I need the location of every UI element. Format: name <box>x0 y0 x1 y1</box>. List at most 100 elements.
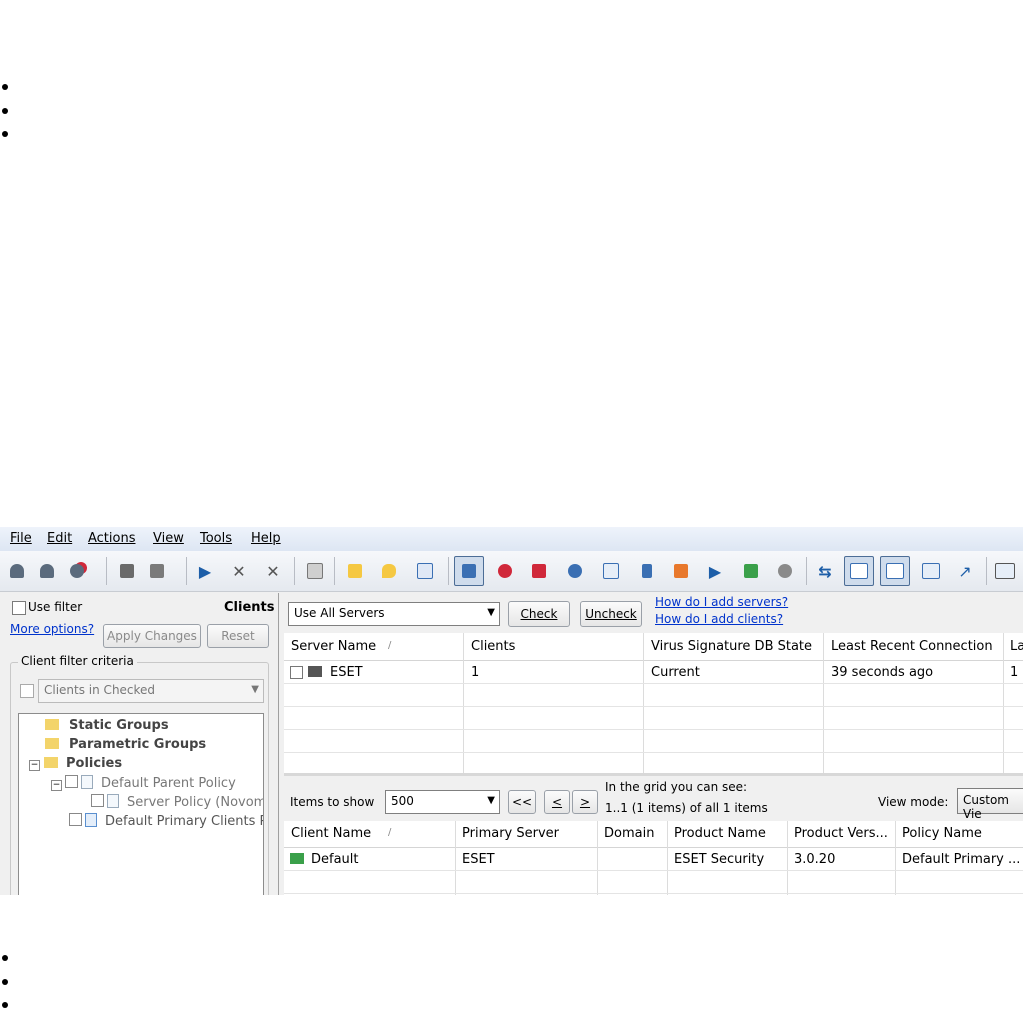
add-clients-link[interactable]: How do I add clients? <box>655 612 783 626</box>
delete-all-icon[interactable]: ✕ <box>260 558 286 584</box>
row-divider <box>284 706 1023 707</box>
server-select[interactable]: Use All Servers ▼ <box>288 602 500 626</box>
policy-checkbox[interactable] <box>69 813 82 826</box>
criteria-label: Client filter criteria <box>18 654 137 668</box>
reports-icon[interactable] <box>738 558 764 584</box>
next-page-button[interactable]: > <box>572 790 598 814</box>
check-button[interactable]: Check <box>508 601 570 627</box>
group-tree: Static Groups Parametric Groups − Policie… <box>18 713 264 895</box>
sort-icon: / <box>388 827 392 838</box>
print-icon[interactable] <box>302 558 328 584</box>
menu-edit[interactable]: Edit <box>47 531 72 546</box>
tree-item-default-primary-policy[interactable]: Default Primary Clients Pol <box>69 813 264 829</box>
cell-product-version: 3.0.20 <box>794 852 836 867</box>
menu-actions[interactable]: Actions <box>88 531 136 546</box>
collapse-icon[interactable]: − <box>29 760 40 771</box>
tree-item-server-policy[interactable]: Server Policy (Novome <box>91 794 263 810</box>
col-server-name[interactable]: Server Name <box>291 639 376 654</box>
menu-file[interactable]: File <box>10 531 32 546</box>
connect-to-icon[interactable] <box>34 558 60 584</box>
criteria-checkbox[interactable] <box>20 684 34 698</box>
criteria-select[interactable]: Clients in Checked ▼ <box>38 679 264 703</box>
server-icon <box>308 666 322 677</box>
table-row[interactable]: ESET 1 Current 39 seconds ago 1 <box>284 661 1023 683</box>
toolbar-separator <box>986 557 987 585</box>
bullet <box>2 979 8 985</box>
row-checkbox[interactable] <box>290 666 303 679</box>
cell-server-name: ESET <box>330 665 363 680</box>
notes-icon[interactable] <box>342 558 368 584</box>
layout-left-icon[interactable] <box>844 556 874 586</box>
row-divider <box>284 683 1023 684</box>
tree-item-default-parent-policy[interactable]: − Default Parent Policy <box>51 775 236 791</box>
menu-tools[interactable]: Tools <box>200 531 232 546</box>
threat-log-icon[interactable] <box>492 558 518 584</box>
tree-item-parametric-groups[interactable]: Parametric Groups <box>45 737 206 752</box>
first-page-button[interactable]: << <box>508 790 536 814</box>
layout-bottom-icon[interactable] <box>880 556 910 586</box>
table-row[interactable]: Default ESET ESET Security 3.0.20 Defaul… <box>284 848 1023 870</box>
policy-checkbox[interactable] <box>91 794 104 807</box>
apply-changes-button[interactable]: Apply Changes <box>103 624 201 648</box>
clients-tab-icon[interactable] <box>454 556 484 586</box>
col-product-name[interactable]: Product Name <box>674 826 766 841</box>
cell-primary-server: ESET <box>462 852 495 867</box>
new-task-icon[interactable]: ▶ <box>192 558 218 584</box>
disconnect-icon[interactable] <box>64 558 90 584</box>
items-to-show-select[interactable]: 500 ▼ <box>385 790 500 814</box>
export-icon[interactable]: ↗ <box>952 558 978 584</box>
layout-full-icon[interactable] <box>918 558 944 584</box>
delete-icon[interactable]: ✕ <box>226 558 252 584</box>
document-icon[interactable] <box>412 558 438 584</box>
collapse-icon[interactable]: − <box>51 780 62 791</box>
prev-page-button[interactable]: < <box>544 790 570 814</box>
cell-least-recent-connection: 39 seconds ago <box>831 665 934 680</box>
tree-item-static-groups[interactable]: Static Groups <box>45 718 169 733</box>
chevron-down-icon: ▼ <box>251 684 259 695</box>
firewall-log-icon[interactable] <box>526 558 552 584</box>
bullet <box>2 84 8 90</box>
installation-icon[interactable] <box>772 558 798 584</box>
mobile-log-icon[interactable] <box>634 558 660 584</box>
reset-button[interactable]: Reset <box>207 624 269 648</box>
col-primary-server[interactable]: Primary Server <box>462 826 559 841</box>
quarantine-icon[interactable] <box>668 558 694 584</box>
scan-log-icon[interactable] <box>598 558 624 584</box>
col-domain[interactable]: Domain <box>604 826 654 841</box>
server-icon[interactable] <box>114 558 140 584</box>
menu-help[interactable]: Help <box>251 531 281 546</box>
items-to-show-label: Items to show <box>290 795 375 809</box>
items-select-value: 500 <box>391 794 414 808</box>
row-divider <box>284 752 1023 753</box>
bullet <box>2 955 8 961</box>
add-servers-link[interactable]: How do I add servers? <box>655 595 788 609</box>
col-last[interactable]: La <box>1010 639 1023 654</box>
toolbar-separator <box>806 557 807 585</box>
tree-label: Default Primary Clients Pol <box>105 814 264 829</box>
col-least-recent-connection[interactable]: Least Recent Connection <box>831 639 993 654</box>
properties-icon[interactable] <box>992 558 1018 584</box>
server-settings-icon[interactable] <box>144 558 170 584</box>
grid-info-line1: In the grid you can see: <box>605 780 748 794</box>
cell-policy-name: Default Primary ... <box>902 852 1021 867</box>
col-clients[interactable]: Clients <box>471 639 515 654</box>
col-client-name[interactable]: Client Name <box>291 826 371 841</box>
refresh-icon[interactable]: ⇆ <box>812 558 838 584</box>
col-virus-db-state[interactable]: Virus Signature DB State <box>651 639 812 654</box>
grid-info-line2: 1..1 (1 items) of all 1 items <box>605 801 768 815</box>
policy-checkbox[interactable] <box>65 775 78 788</box>
pane-splitter[interactable] <box>284 773 1023 776</box>
comment-icon[interactable] <box>376 558 402 584</box>
use-filter-checkbox[interactable] <box>12 601 26 615</box>
bullet <box>2 1002 8 1008</box>
more-options-link[interactable]: More options? <box>10 622 94 636</box>
col-product-version[interactable]: Product Vers... <box>794 826 888 841</box>
view-mode-select[interactable]: Custom Vie <box>957 788 1023 821</box>
menu-view[interactable]: View <box>153 531 184 546</box>
col-policy-name[interactable]: Policy Name <box>902 826 982 841</box>
tasks-icon[interactable]: ▶ <box>702 558 728 584</box>
event-log-icon[interactable] <box>562 558 588 584</box>
tree-item-policies[interactable]: − Policies <box>29 756 122 771</box>
uncheck-button[interactable]: Uncheck <box>580 601 642 627</box>
connect-icon[interactable] <box>4 558 30 584</box>
